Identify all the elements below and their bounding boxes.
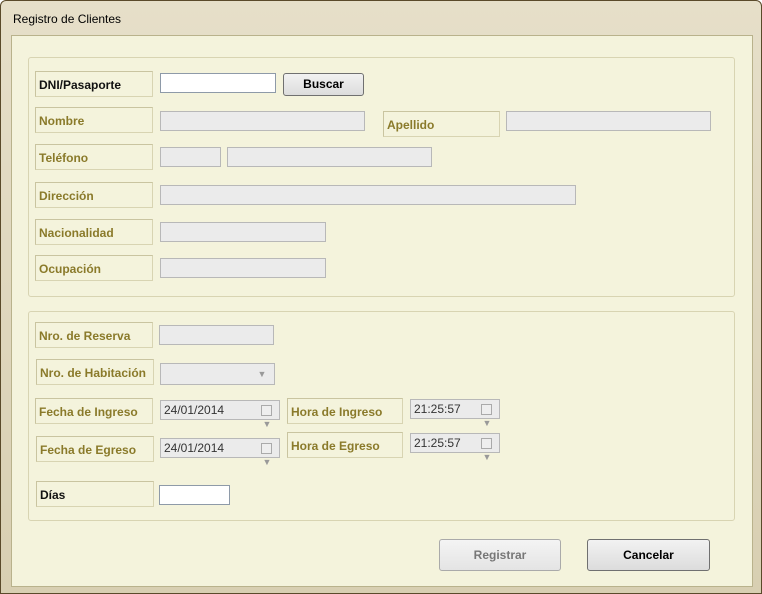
calendar-icon[interactable]: ▼ [257, 403, 277, 429]
chevron-down-icon: ▼ [257, 369, 267, 379]
dni-input[interactable] [160, 73, 276, 93]
name-label: Nombre [35, 107, 153, 133]
checkout-date-label: Fecha de Egreso [36, 436, 154, 462]
checkout-time-value: 21:25:57 [414, 436, 461, 450]
window: Registro de Clientes DNI/Pasaporte Busca… [0, 0, 762, 594]
name-field[interactable] [160, 111, 365, 131]
checkin-time-value: 21:25:57 [414, 402, 461, 416]
checkin-date-value: 24/01/2014 [164, 403, 225, 417]
time-spinner-icon[interactable]: ▼ [477, 436, 497, 462]
days-input[interactable] [159, 485, 230, 505]
address-label: Dirección [35, 182, 153, 208]
checkin-date-label: Fecha de Ingreso [35, 398, 153, 424]
occupation-label: Ocupación [35, 255, 153, 281]
title-bar[interactable]: Registro de Clientes [1, 1, 762, 35]
dni-label: DNI/Pasaporte [35, 71, 153, 97]
phone-label: Teléfono [35, 144, 153, 170]
calendar-icon[interactable]: ▼ [257, 441, 277, 467]
search-button[interactable]: Buscar [283, 73, 364, 96]
reservation-label: Nro. de Reserva [35, 322, 153, 348]
days-label: Días [36, 481, 154, 507]
nationality-label: Nacionalidad [35, 219, 153, 245]
reservation-field[interactable] [159, 325, 274, 345]
client-area: DNI/Pasaporte Buscar Nombre Apellido Tel… [11, 35, 753, 587]
phone-prefix-field[interactable] [160, 147, 221, 167]
room-label: Nro. de Habitación [36, 359, 154, 385]
checkout-date-value: 24/01/2014 [164, 441, 225, 455]
nationality-field[interactable] [160, 222, 326, 242]
register-button[interactable]: Registrar [439, 539, 561, 571]
phone-number-field[interactable] [227, 147, 432, 167]
room-select[interactable]: ▼ [160, 363, 275, 385]
booking-group: Nro. de Reserva Nro. de Habitación ▼ Fec… [28, 311, 735, 521]
checkin-date-picker[interactable]: 24/01/2014 ▼ [160, 400, 280, 429]
checkout-time-picker[interactable]: 21:25:57 ▼ [410, 433, 500, 462]
checkout-time-label: Hora de Egreso [287, 432, 403, 458]
surname-label: Apellido [383, 111, 500, 137]
cancel-button[interactable]: Cancelar [587, 539, 710, 571]
checkin-time-label: Hora de Ingreso [287, 398, 403, 424]
time-spinner-icon[interactable]: ▼ [477, 402, 497, 428]
occupation-field[interactable] [160, 258, 326, 278]
window-title: Registro de Clientes [13, 12, 122, 26]
checkout-date-picker[interactable]: 24/01/2014 ▼ [160, 438, 280, 467]
person-group: DNI/Pasaporte Buscar Nombre Apellido Tel… [28, 57, 735, 297]
checkin-time-picker[interactable]: 21:25:57 ▼ [410, 399, 500, 428]
address-field[interactable] [160, 185, 576, 205]
surname-field[interactable] [506, 111, 711, 131]
